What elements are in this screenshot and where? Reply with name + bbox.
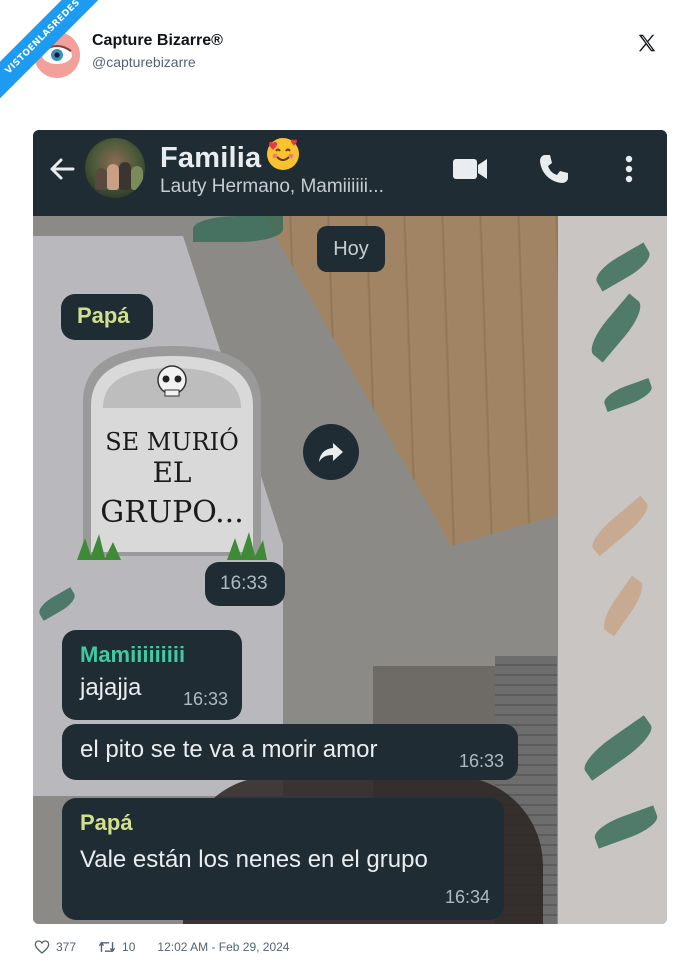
tweet-timestamp[interactable]: 12:02 AM - Feb 29, 2024: [157, 940, 289, 954]
message-bubble-mami[interactable]: Mamiiiiiiiii jajajja 16:33: [62, 630, 242, 720]
author-handle[interactable]: @capturebizarre: [92, 54, 223, 70]
message-time: 16:33: [458, 751, 504, 771]
chat-screenshot: Familia Lauty Hermano, Mamiiiiii... Hoy …: [33, 130, 667, 924]
message-bubble-papa[interactable]: Papá Vale están los nenes en el grupo 16…: [62, 798, 504, 920]
retweet-icon[interactable]: [98, 939, 116, 955]
group-members[interactable]: Lauty Hermano, Mamiiiiii...: [160, 176, 384, 198]
author-name[interactable]: Capture Bizarre®: [92, 32, 223, 50]
sender-name: Mamiiiiiiiii: [80, 642, 186, 667]
tweet-header: Capture Bizarre® @capturebizarre: [34, 28, 670, 88]
share-forward-icon: [319, 443, 343, 462]
chat-app-bar: Familia Lauty Hermano, Mamiiiiii...: [33, 130, 667, 216]
message-bubble-mami-followup[interactable]: el pito se te va a morir amor 16:33: [62, 724, 518, 780]
group-avatar[interactable]: [85, 138, 145, 198]
smiling-face-with-hearts-icon: [267, 138, 300, 170]
forward-button[interactable]: [303, 424, 359, 480]
x-logo-icon[interactable]: [636, 32, 658, 54]
message-time: 16:33: [220, 573, 268, 594]
tombstone-sticker[interactable]: SE MURIÓ EL GRUPO...: [77, 342, 267, 560]
sticker-time-chip: 16:33: [205, 562, 285, 606]
like-count[interactable]: 377: [56, 940, 76, 954]
message-text: el pito se te va a morir amor: [80, 736, 378, 763]
message-text: Vale están los nenes en el grupo: [80, 846, 428, 873]
group-name[interactable]: Familia: [160, 138, 300, 175]
sticker-line-1: SE MURIÓ: [105, 427, 239, 456]
sticker-line-2: EL: [152, 456, 191, 489]
video-call-icon[interactable]: [451, 154, 489, 184]
tweet-footer: 377 10 12:02 AM - Feb 29, 2024: [34, 936, 289, 958]
back-arrow-icon[interactable]: [47, 154, 77, 184]
sender-name: Papá: [80, 810, 133, 835]
date-chip: Hoy: [317, 226, 385, 272]
message-time: 16:33: [182, 689, 228, 709]
sender-name: Papá: [77, 303, 130, 328]
phone-call-icon[interactable]: [537, 152, 571, 186]
heart-icon[interactable]: [34, 939, 50, 955]
group-name-text: Familia: [160, 142, 262, 174]
author-info: Capture Bizarre® @capturebizarre: [92, 32, 223, 70]
sticker-line-3: GRUPO...: [100, 495, 243, 530]
sender-label-papa: Papá: [61, 294, 153, 340]
retweet-count[interactable]: 10: [122, 940, 135, 954]
more-options-icon[interactable]: [617, 152, 641, 186]
message-time: 16:34: [444, 887, 490, 907]
